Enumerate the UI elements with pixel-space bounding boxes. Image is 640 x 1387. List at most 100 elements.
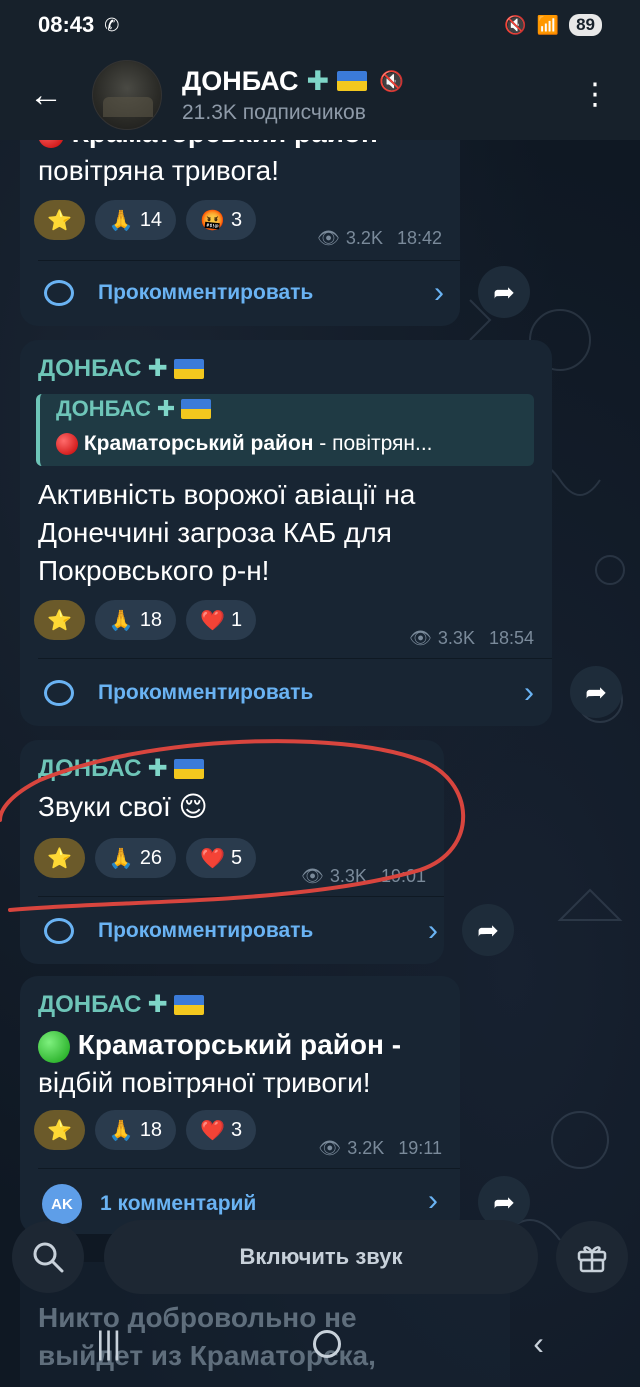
reaction-count: 18 bbox=[139, 1118, 163, 1141]
message-time: 18:42 bbox=[396, 228, 442, 248]
quote-bold: Краматорський район bbox=[83, 432, 314, 455]
message-line: відбій повітряної тривоги! bbox=[38, 1067, 371, 1098]
quote-rest: - повітрян... bbox=[313, 432, 433, 455]
message-time: 19:11 bbox=[398, 1138, 442, 1158]
reaction-count: 3 bbox=[230, 208, 243, 231]
ukraine-flag-icon bbox=[181, 399, 212, 419]
more-menu-icon[interactable]: ⋮ bbox=[580, 80, 610, 110]
eye-icon: 👁 bbox=[409, 628, 432, 648]
ukraine-flag-icon bbox=[173, 358, 204, 379]
message-meta: 👁 3.2K 18:42 bbox=[317, 228, 442, 249]
back-arrow-icon[interactable]: ← bbox=[0, 76, 92, 115]
reaction-count: 3 bbox=[230, 1118, 243, 1141]
message-text: Активність ворожої авіації на Донеччині … bbox=[38, 479, 416, 586]
divider bbox=[38, 1168, 460, 1169]
battery-indicator: 89 bbox=[569, 14, 602, 36]
reaction-count: 1 bbox=[230, 608, 243, 631]
message-meta: 👁 3.2K 19:11 bbox=[318, 1138, 442, 1159]
eye-icon: 👁 bbox=[318, 1138, 342, 1158]
share-button[interactable]: ➦ bbox=[478, 266, 530, 318]
status-bar: 08:43 ✆ 🔇 📶 89 bbox=[0, 0, 640, 50]
channel-title-text: ДОНБАС bbox=[182, 65, 299, 96]
plus-emoji-icon: ✚ bbox=[147, 355, 168, 382]
view-count: 3.2K bbox=[345, 228, 383, 248]
comment-button[interactable]: Прокомментировать › bbox=[44, 676, 534, 709]
pray-reaction[interactable]: 🙏 18 bbox=[94, 600, 177, 640]
quote-sender: ДОНБАС bbox=[56, 396, 151, 421]
mute-icon: 🔇 bbox=[504, 14, 527, 35]
message-line: Краматорський район - bbox=[77, 1029, 402, 1060]
ukraine-flag-icon bbox=[173, 994, 204, 1015]
viber-icon: ✆ bbox=[104, 14, 120, 35]
unmute-button[interactable]: Включить звук bbox=[104, 1220, 538, 1294]
comment-label: Прокомментировать bbox=[98, 919, 314, 942]
reactions-row: ⭐ 🙏 18 ❤️ 1 bbox=[34, 600, 257, 640]
red-circle-annotation bbox=[0, 739, 466, 912]
share-button[interactable]: ➦ bbox=[570, 666, 622, 718]
reactions-row: ⭐ 🙏 18 ❤️ 3 bbox=[34, 1110, 257, 1150]
muted-icon: 🔇 bbox=[379, 70, 404, 93]
sender-name: ДОНБАС bbox=[38, 990, 142, 1018]
reaction-count: 18 bbox=[139, 608, 163, 631]
channel-info[interactable]: ДОНБАС ✚ 🔇 21.3K подписчиков bbox=[182, 66, 404, 125]
gift-icon bbox=[577, 1246, 607, 1273]
divider bbox=[38, 260, 460, 261]
recent-apps-icon[interactable]: ||| bbox=[96, 1325, 121, 1362]
chevron-right-icon: › bbox=[434, 276, 444, 309]
comment-button[interactable]: Прокомментировать › bbox=[44, 276, 444, 309]
angry-reaction[interactable]: 🤬 3 bbox=[186, 200, 257, 240]
comment-label: Прокомментировать bbox=[98, 681, 314, 704]
heart-reaction[interactable]: ❤️ 1 bbox=[186, 600, 257, 640]
message-sender: ДОНБАС ✚ bbox=[38, 354, 204, 383]
sender-name: ДОНБАС bbox=[38, 354, 142, 382]
message-sender: ДОНБАС ✚ bbox=[38, 990, 204, 1019]
message-line: повітряна тривога! bbox=[38, 155, 280, 186]
bottom-bar: Включить звук bbox=[0, 1215, 640, 1301]
pray-reaction[interactable]: 🙏 14 bbox=[94, 200, 177, 240]
message-time: 18:54 bbox=[488, 628, 534, 648]
chat-header: ← ДОНБАС ✚ 🔇 21.3K подписчиков ⋮ bbox=[0, 50, 640, 140]
status-time: 08:43 bbox=[38, 12, 95, 37]
heart-reaction[interactable]: ❤️ 3 bbox=[186, 1110, 257, 1150]
wifi-icon: 📶 bbox=[536, 14, 560, 35]
reactions-row: ⭐ 🙏 14 🤬 3 bbox=[34, 200, 257, 240]
green-circle-icon bbox=[38, 1030, 70, 1063]
quote-text: Краматорський район - повітрян... bbox=[56, 432, 433, 456]
plus-emoji-icon: ✚ bbox=[156, 396, 176, 421]
comment-label: 1 комментарий bbox=[100, 1192, 257, 1215]
system-nav-bar: ||| ‹ bbox=[0, 1300, 640, 1387]
channel-avatar[interactable] bbox=[92, 60, 162, 130]
gift-button[interactable] bbox=[556, 1221, 628, 1293]
search-icon bbox=[33, 1242, 64, 1273]
view-count: 3.3K bbox=[437, 628, 475, 648]
plus-emoji-icon: ✚ bbox=[306, 65, 330, 96]
star-reaction[interactable]: ⭐ bbox=[34, 600, 85, 640]
star-reaction[interactable]: ⭐ bbox=[34, 200, 85, 240]
comment-label: Прокомментировать bbox=[98, 281, 314, 304]
back-nav-icon[interactable]: ‹ bbox=[533, 1325, 544, 1362]
home-icon[interactable] bbox=[313, 1329, 342, 1358]
comment-button[interactable]: Прокомментировать › bbox=[44, 914, 438, 947]
comment-bubble-icon bbox=[44, 280, 74, 306]
reaction-count: 14 bbox=[139, 208, 163, 231]
view-count: 3.2K bbox=[347, 1138, 385, 1158]
red-circle-icon bbox=[56, 433, 78, 456]
chevron-right-icon: › bbox=[524, 676, 534, 709]
search-button[interactable] bbox=[12, 1221, 84, 1293]
message-meta: 👁 3.3K 18:54 bbox=[409, 628, 534, 649]
quote-title: ДОНБАС ✚ bbox=[56, 396, 212, 422]
subscriber-count: 21.3K подписчиков bbox=[182, 100, 366, 124]
message-bubble[interactable]: ДОНБАС ✚ Краматорський район - відбій по… bbox=[20, 976, 460, 1234]
channel-title: ДОНБАС ✚ 🔇 bbox=[182, 66, 404, 97]
star-reaction[interactable]: ⭐ bbox=[34, 1110, 85, 1150]
reply-quote[interactable]: ДОНБАС ✚ Краматорський район - повітрян.… bbox=[36, 394, 534, 466]
ukraine-flag-icon bbox=[337, 71, 368, 91]
eye-icon: 👁 bbox=[317, 228, 340, 248]
comment-bubble-icon bbox=[44, 680, 74, 706]
divider bbox=[38, 658, 552, 659]
plus-emoji-icon: ✚ bbox=[147, 991, 168, 1018]
comment-bubble-icon bbox=[44, 918, 74, 944]
message-bubble[interactable]: ДОНБАС ✚ ДОНБАС ✚ Краматорський район - … bbox=[20, 340, 552, 726]
chevron-right-icon: › bbox=[428, 1184, 438, 1217]
pray-reaction[interactable]: 🙏 18 bbox=[94, 1110, 177, 1150]
